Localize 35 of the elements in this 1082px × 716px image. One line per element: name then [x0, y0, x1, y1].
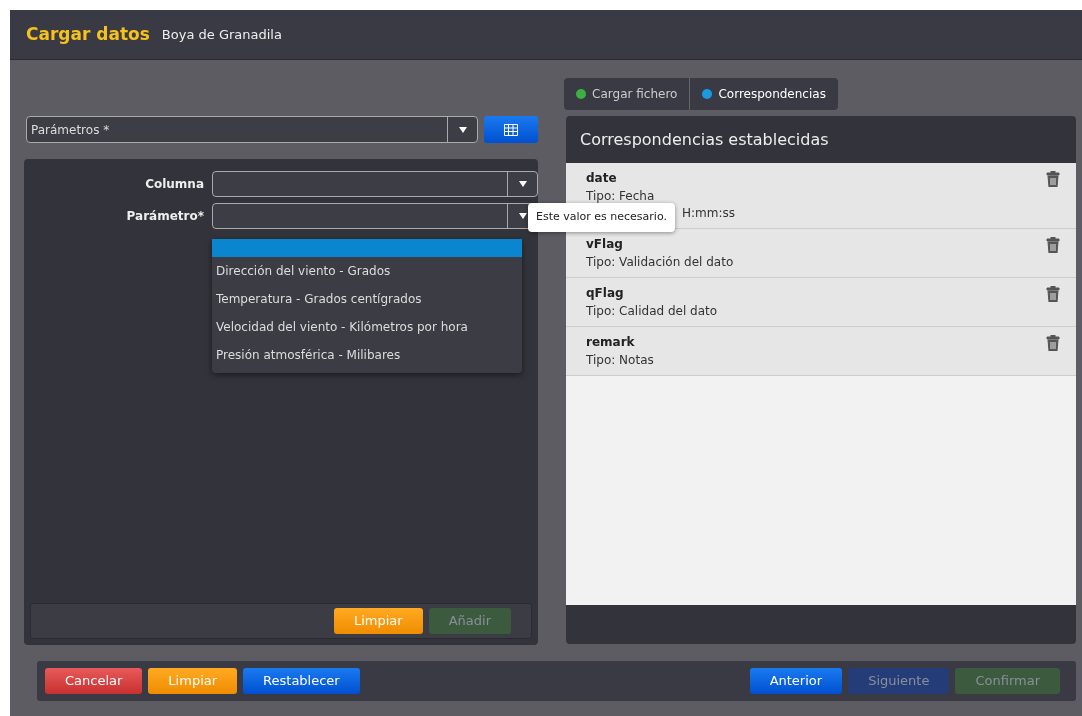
trash-icon[interactable] — [1046, 236, 1060, 253]
mapping-name: vFlag — [586, 236, 624, 253]
validation-tooltip: Este valor es necesario. — [528, 203, 675, 232]
field-label: Columna — [144, 176, 204, 193]
mapping-detail: Tipo: Validación del dato — [586, 254, 734, 271]
table-view-button[interactable] — [484, 116, 538, 143]
dropdown-option[interactable]: Presión atmosférica - Milibares — [212, 341, 522, 369]
trash-icon[interactable] — [1046, 285, 1060, 302]
mapping-detail: Tipo: Notas — [586, 352, 654, 369]
dropdown-option[interactable]: Velocidad del viento - Kilómetros por hora — [212, 313, 522, 341]
trash-icon[interactable] — [1046, 334, 1060, 351]
mapping-detail: H:mm:ss — [682, 205, 735, 222]
trash-icon[interactable] — [1046, 170, 1060, 187]
dropdown-caret-icon — [457, 125, 468, 134]
select-field[interactable] — [212, 171, 538, 197]
dropdown-caret-icon — [517, 212, 528, 220]
table-grid-icon — [504, 123, 518, 136]
mapping-detail: Tipo: Calidad del dato — [586, 303, 718, 320]
dropdown-option[interactable]: Temperatura - Grados centígrados — [212, 285, 522, 313]
action-button[interactable]: Restablecer — [243, 668, 360, 694]
step-tab[interactable]: Cargar fichero — [564, 78, 691, 110]
mapping-detail: Tipo: Fecha — [586, 188, 656, 205]
action-button[interactable]: Cancelar — [45, 668, 143, 694]
step-tab[interactable]: Correspondencias — [690, 78, 838, 110]
mapping-name: qFlag — [586, 285, 625, 302]
window-title: Cargar datos — [26, 22, 150, 46]
parameters-select[interactable]: Parámetros * — [26, 116, 478, 143]
window-subtitle: Boya de Granadila — [161, 25, 282, 44]
mapping-name: date — [586, 170, 618, 187]
action-button[interactable]: Anterior — [749, 668, 843, 694]
dropdown-option[interactable]: Dirección del viento - Grados — [212, 257, 522, 285]
field-label: Parámetro* — [125, 208, 204, 225]
panel-title: Correspondencias establecidas — [579, 129, 830, 151]
dropdown-caret-icon — [517, 180, 528, 188]
mapping-name: remark — [586, 334, 636, 351]
